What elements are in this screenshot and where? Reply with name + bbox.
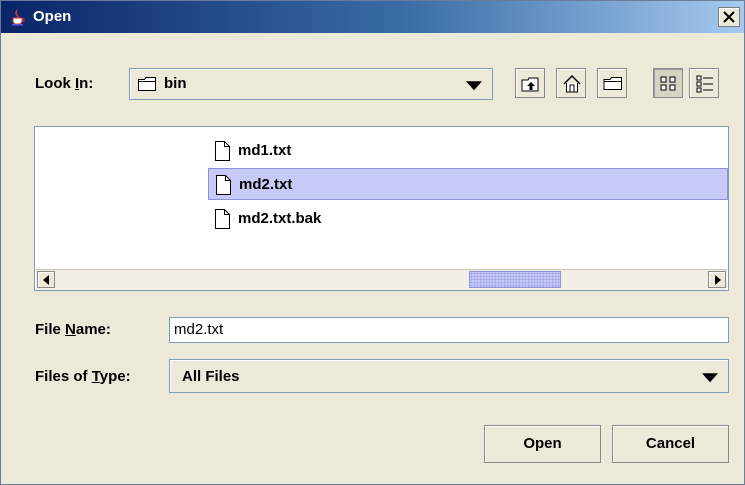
up-one-level-button[interactable] [515,68,545,98]
files-of-type-label: Files of Type: [35,368,131,385]
file-item-md1[interactable]: md1.txt [208,135,728,167]
file-name-text: md2.txt.bak [238,210,322,227]
chevron-down-icon [702,373,718,383]
list-view-icon [660,76,676,91]
window-title: Open [33,8,72,25]
look-in-value: bin [164,75,187,92]
file-name-text: md1.txt [238,142,292,159]
close-button[interactable] [718,7,740,27]
home-icon [563,74,581,93]
file-name-field[interactable] [169,317,729,343]
new-folder-icon [603,77,622,90]
open-dialog: Open Look In: bin md1.txt md2.txt md2.tx… [0,0,745,485]
up-folder-icon [521,77,539,92]
folder-icon [138,77,156,91]
close-icon [723,11,735,23]
scroll-right-button[interactable] [708,271,726,288]
java-cup-icon [12,9,25,26]
new-folder-button[interactable] [597,68,627,98]
arrow-left-icon [43,275,49,285]
look-in-label: Look In: [35,75,94,92]
file-name-text: md2.txt [239,176,293,193]
title-bar[interactable]: Open [1,1,744,33]
scroll-left-button[interactable] [37,271,55,288]
horizontal-scrollbar[interactable] [36,269,727,290]
home-button[interactable] [556,68,586,98]
file-name-input[interactable] [174,321,714,338]
files-of-type-value: All Files [182,368,240,385]
details-view-icon [696,75,713,93]
file-name-label: File Name: [35,321,111,338]
cancel-button[interactable]: Cancel [612,425,729,463]
file-icon [215,209,230,229]
file-list[interactable]: md1.txt md2.txt md2.txt.bak [34,126,729,291]
look-in-combo[interactable]: bin [129,68,493,100]
chevron-down-icon [466,81,482,91]
list-view-button[interactable] [653,68,683,98]
arrow-right-icon [715,275,721,285]
file-item-md2-bak[interactable]: md2.txt.bak [208,203,728,235]
file-icon [216,175,231,195]
open-button[interactable]: Open [484,425,601,463]
scrollbar-thumb[interactable] [469,271,561,288]
files-of-type-combo[interactable]: All Files [169,359,729,393]
file-icon [215,141,230,161]
file-item-md2[interactable]: md2.txt [208,168,728,200]
details-view-button[interactable] [689,68,719,98]
